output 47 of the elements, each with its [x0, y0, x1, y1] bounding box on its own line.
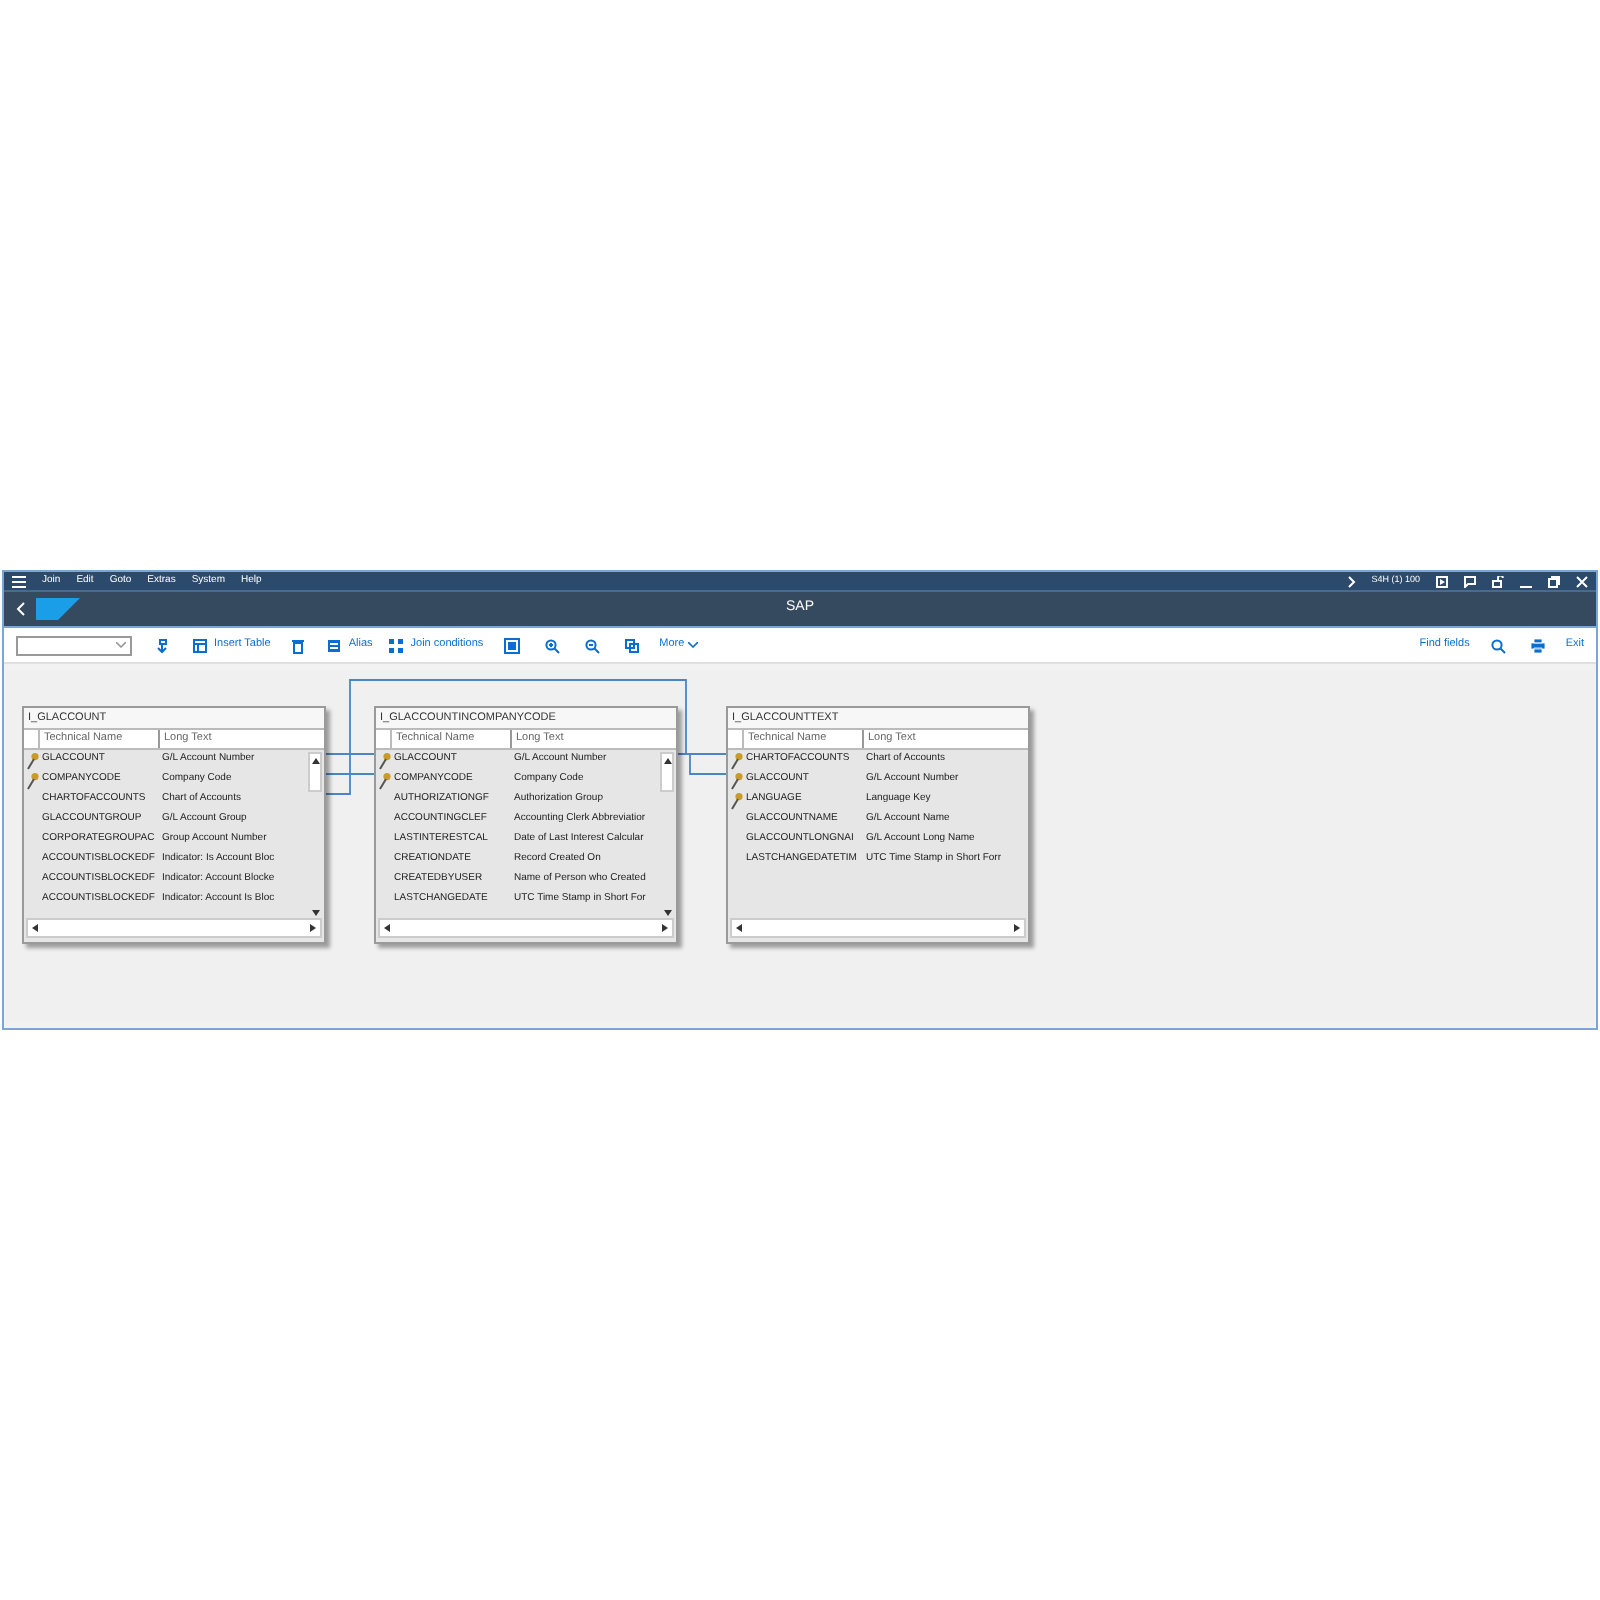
table-card[interactable]: [374, 706, 678, 944]
trash-icon: [290, 637, 307, 653]
list-icon: [326, 637, 343, 653]
horizontal-scrollbar[interactable]: [730, 918, 1026, 938]
zoom-out-icon: [583, 637, 600, 653]
vertical-scrollbar[interactable]: [658, 750, 676, 918]
join-icon: [388, 637, 405, 653]
vertical-scrollbar[interactable]: [306, 750, 324, 918]
down-arrow-icon: [663, 910, 671, 916]
dropdown-field[interactable]: [16, 635, 132, 655]
lock-icon[interactable]: [1492, 575, 1504, 587]
right-arrow-icon: [1014, 924, 1020, 932]
back-icon[interactable]: [16, 602, 26, 616]
up-arrow-icon: [663, 758, 671, 764]
left-arrow-icon: [384, 924, 390, 932]
copy-icon: [623, 637, 640, 653]
down-arrow-icon: [311, 910, 319, 916]
table-icon: [192, 637, 208, 653]
menu-icon[interactable]: [12, 575, 26, 587]
logo-icon: [36, 598, 80, 620]
toolbar-icon-button[interactable]: [579, 637, 604, 653]
toolbar-icon-button[interactable]: [539, 637, 564, 653]
up-arrow-icon: [311, 758, 319, 764]
right-arrow-icon: [662, 924, 668, 932]
chevron-down-icon: [116, 642, 126, 648]
toolbar-icon-button[interactable]: [619, 637, 644, 653]
right-arrow-icon: [310, 924, 316, 932]
fit-icon: [503, 637, 520, 653]
horizontal-scrollbar[interactable]: [26, 918, 322, 938]
toolbar-icon-button[interactable]: [1485, 637, 1510, 653]
chevron-down-icon: [688, 642, 699, 648]
horizontal-scrollbar[interactable]: [378, 918, 674, 938]
zoom-in-icon: [543, 637, 560, 653]
chevron-right-icon[interactable]: [1347, 575, 1356, 587]
left-arrow-icon: [736, 924, 742, 932]
transfer-icon: [156, 637, 172, 653]
restore-icon[interactable]: [1548, 575, 1560, 587]
toolbar-icon-button[interactable]: [499, 637, 524, 653]
table-card[interactable]: [726, 706, 1030, 944]
search-icon: [1489, 637, 1506, 653]
close-icon[interactable]: [1576, 575, 1588, 587]
print-icon: [1529, 637, 1546, 653]
toolbar-icon-button[interactable]: [1525, 637, 1550, 653]
left-arrow-icon: [32, 924, 38, 932]
comment-icon[interactable]: [1464, 575, 1476, 587]
table-card[interactable]: [22, 706, 326, 944]
play-icon[interactable]: [1436, 575, 1448, 587]
